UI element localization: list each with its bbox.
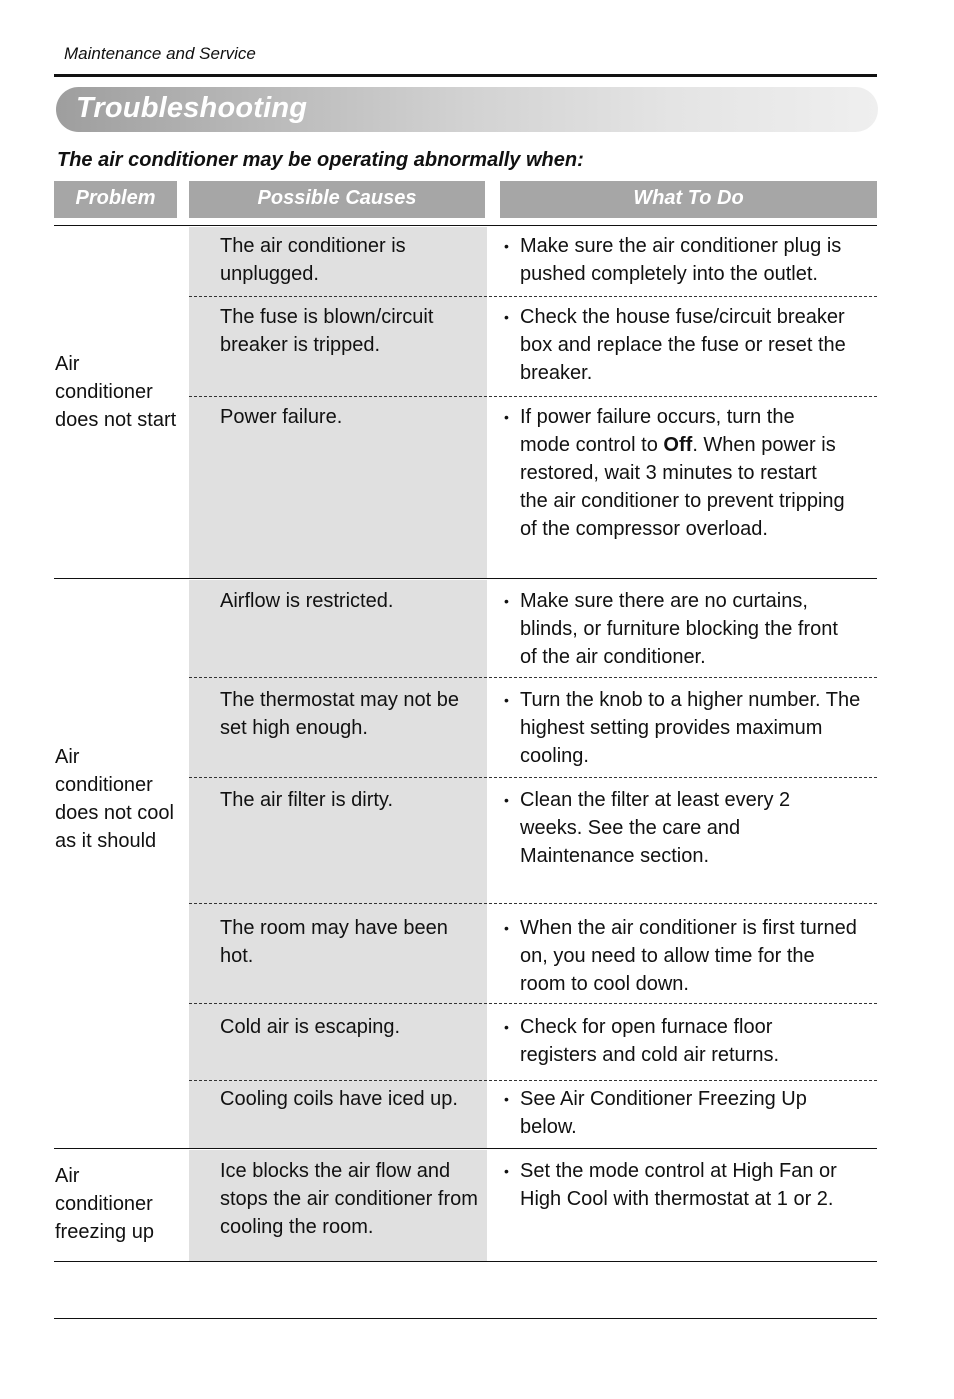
cause-text: The air conditioner is unplugged.	[220, 235, 406, 285]
row-separator	[189, 296, 877, 297]
bullet-icon: •	[504, 792, 509, 808]
todo-text: • Set the mode control at High Fan or Hig…	[504, 1157, 860, 1213]
todo-body: Make sure the air conditioner plug is pu…	[520, 235, 842, 285]
row-separator	[189, 396, 877, 397]
table-bottom-rule	[54, 1261, 877, 1262]
todo-text: • If power failure occurs, turn the mode …	[504, 403, 850, 543]
page-title: Troubleshooting	[76, 92, 308, 124]
cause-text: The thermostat may not be set high enoug…	[220, 689, 460, 739]
todo-body: Make sure there are no curtains, blinds,…	[520, 590, 838, 668]
cause-text: Ice blocks the air flow and stops the ai…	[220, 1160, 478, 1238]
row-separator	[189, 1080, 877, 1081]
group-separator	[54, 1148, 877, 1149]
bullet-icon: •	[504, 409, 509, 425]
todo-text: • Make sure the air conditioner plug is p…	[504, 232, 870, 288]
problem-label: Air conditioner does not start	[55, 353, 177, 431]
problem-label: Air conditioner freezing up	[55, 1165, 154, 1243]
todo-text: • Make sure there are no curtains, blinds…	[504, 587, 855, 671]
bullet-icon: •	[504, 309, 509, 325]
bullet-icon: •	[504, 692, 509, 708]
title-banner: Troubleshooting	[56, 87, 878, 132]
table-rule	[54, 225, 877, 226]
todo-text: • Turn the knob to a higher number. The h…	[504, 686, 865, 770]
todo-text: • Clean the filter at least every 2 weeks…	[504, 786, 840, 870]
todo-body: When the air conditioner is first turned…	[520, 917, 857, 995]
problem-label: Air conditioner does not cool as it shou…	[55, 746, 174, 852]
mode-off-label: Off	[663, 434, 693, 456]
bullet-icon: •	[504, 920, 509, 936]
cause-column-bg	[189, 580, 487, 1149]
row-separator	[189, 1003, 877, 1004]
todo-text: • When the air conditioner is first turne…	[504, 914, 865, 998]
cause-text: The air filter is dirty.	[220, 789, 393, 811]
todo-body: Check the house fuse/circuit breaker box…	[520, 306, 846, 384]
cause-text: Cooling coils have iced up.	[220, 1088, 458, 1110]
todo-text: • Check for open furnace floor registers …	[504, 1013, 830, 1069]
bullet-icon: •	[504, 1019, 509, 1035]
row-separator	[189, 903, 877, 904]
column-header-todo: What To Do	[500, 181, 877, 218]
todo-body: Check for open furnace floor registers a…	[520, 1016, 780, 1066]
header-rule	[54, 74, 877, 77]
group-separator	[54, 578, 877, 579]
todo-body: Clean the filter at least every 2 weeks.…	[520, 789, 791, 867]
todo-body: Set the mode control at High Fan or High…	[520, 1160, 837, 1210]
intro-heading: The air conditioner may be operating abn…	[57, 149, 584, 171]
bullet-icon: •	[504, 238, 509, 254]
todo-body: See Air Conditioner Freezing Up below.	[520, 1088, 807, 1138]
cause-text: Airflow is restricted.	[220, 590, 394, 612]
todo-body: Turn the knob to a higher number. The hi…	[520, 689, 861, 767]
row-separator	[189, 677, 877, 678]
todo-text: • Check the house fuse/circuit breaker bo…	[504, 303, 855, 387]
cause-text: The room may have been hot.	[220, 917, 448, 967]
cause-text: Power failure.	[220, 406, 343, 428]
page-bottom-rule	[54, 1318, 877, 1319]
column-header-problem: Problem	[54, 181, 177, 218]
running-head: Maintenance and Service	[64, 44, 256, 63]
todo-text: • See Air Conditioner Freezing Up below.	[504, 1085, 855, 1141]
bullet-icon: •	[504, 1163, 509, 1179]
row-separator	[189, 777, 877, 778]
bullet-icon: •	[504, 593, 509, 609]
cause-text: Cold air is escaping.	[220, 1016, 401, 1038]
column-header-causes: Possible Causes	[189, 181, 485, 218]
cause-text: The fuse is blown/circuit breaker is tri…	[220, 306, 434, 356]
bullet-icon: •	[504, 1091, 509, 1107]
